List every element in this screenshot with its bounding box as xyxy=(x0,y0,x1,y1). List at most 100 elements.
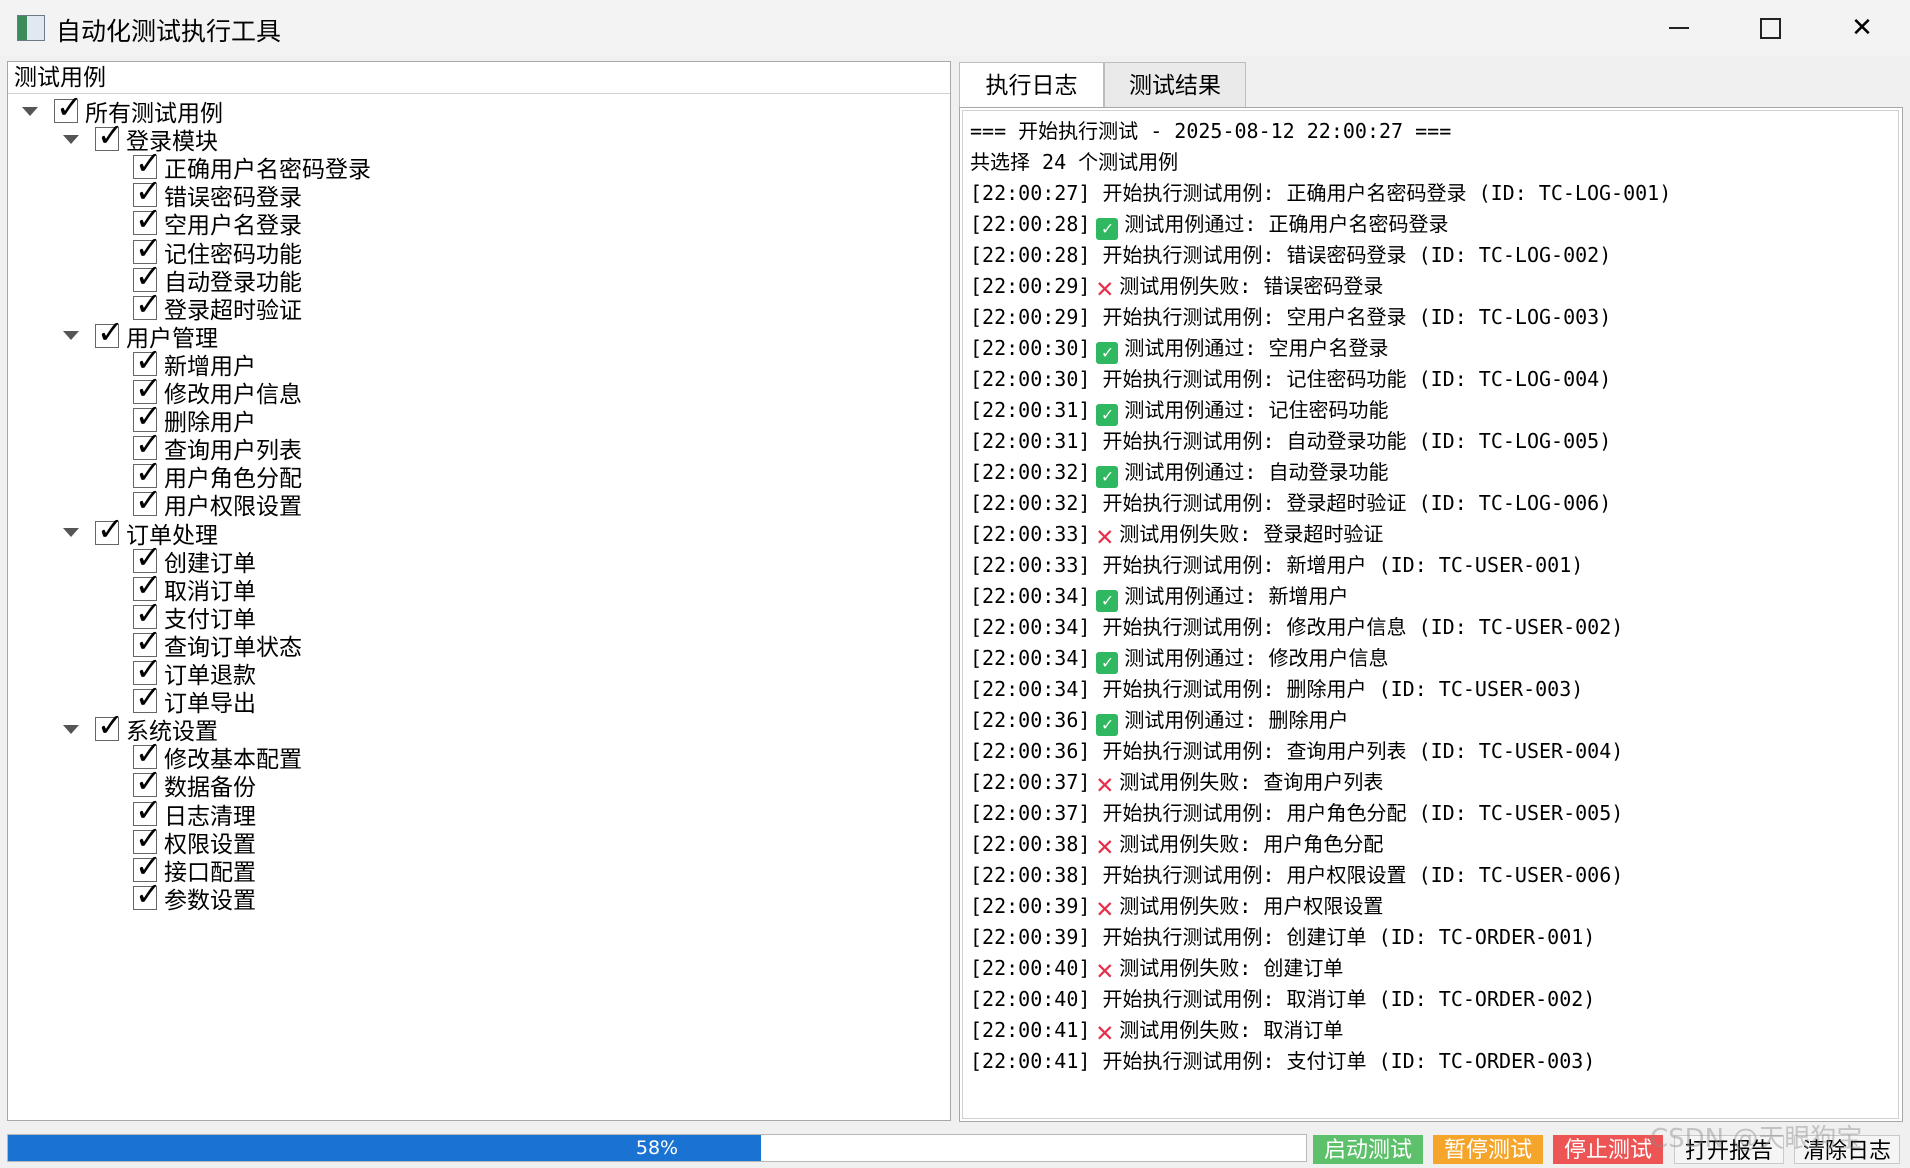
log-line: [22:00:41] ✕ 测试用例失败: 取消订单 xyxy=(970,1014,1344,1048)
log-timestamp: [22:00:33] xyxy=(970,522,1091,546)
bottom-bar: 58% 启动测试 暂停测试 停止测试 打开报告 清除日志 xyxy=(0,1126,1910,1168)
log-line: [22:00:30] ✓ 测试用例通过: 空用户名登录 xyxy=(970,332,1389,364)
tab-test-results[interactable]: 测试结果 xyxy=(1104,62,1246,108)
checkbox[interactable] xyxy=(133,878,162,910)
start-test-button[interactable]: 启动测试 xyxy=(1313,1135,1423,1164)
checkbox[interactable] xyxy=(133,681,162,714)
log-line: 共选择 24 个测试用例 xyxy=(970,150,1179,174)
log-timestamp: [22:00:36] xyxy=(970,708,1091,732)
log-message: 测试用例失败: 错误密码登录 xyxy=(1119,274,1384,298)
fail-cross-icon: ✕ xyxy=(1096,271,1114,304)
fail-cross-icon: ✕ xyxy=(1096,953,1114,986)
checkbox[interactable] xyxy=(95,316,124,348)
log-line: [22:00:34] ✓ 测试用例通过: 修改用户信息 xyxy=(970,642,1389,674)
log-message: 测试用例失败: 创建订单 xyxy=(1119,956,1344,980)
expand-arrow-icon[interactable] xyxy=(63,331,79,341)
log-line: [22:00:34] ✓ 测试用例通过: 新增用户 xyxy=(970,580,1349,612)
log-line: [22:00:28] ✓ 测试用例通过: 正确用户名密码登录 xyxy=(970,208,1449,240)
log-timestamp: [22:00:32] xyxy=(970,460,1091,484)
app-icon xyxy=(17,15,45,41)
pass-check-icon: ✓ xyxy=(1096,714,1119,736)
expand-arrow-icon[interactable] xyxy=(63,134,79,144)
fail-cross-icon: ✕ xyxy=(1096,1015,1114,1048)
log-timestamp: [22:00:37] xyxy=(970,770,1091,794)
pass-check-icon: ✓ xyxy=(1096,218,1119,240)
log-line: [22:00:38] 开始执行测试用例: 用户权限设置 (ID: TC-USER… xyxy=(970,863,1624,887)
log-line: [22:00:36] ✓ 测试用例通过: 删除用户 xyxy=(970,704,1349,736)
log-line: [22:00:37] ✕ 测试用例失败: 查询用户列表 xyxy=(970,766,1383,800)
log-line: [22:00:32] 开始执行测试用例: 登录超时验证 (ID: TC-LOG-… xyxy=(970,491,1612,515)
log-message: 测试用例通过: 记住密码功能 xyxy=(1124,398,1389,422)
checkbox[interactable] xyxy=(95,119,124,152)
expand-arrow-icon[interactable] xyxy=(22,106,38,116)
checkbox[interactable] xyxy=(133,288,162,320)
fail-cross-icon: ✕ xyxy=(1096,767,1114,800)
progress-bar: 58% xyxy=(7,1134,1307,1162)
log-line: [22:00:28] 开始执行测试用例: 错误密码登录 (ID: TC-LOG-… xyxy=(970,243,1612,267)
log-line: [22:00:38] ✕ 测试用例失败: 用户角色分配 xyxy=(970,828,1383,862)
tree-item[interactable]: 订单导出 xyxy=(133,681,256,717)
pass-check-icon: ✓ xyxy=(1096,652,1119,674)
expand-arrow-icon[interactable] xyxy=(63,724,79,734)
log-panel: === 开始执行测试 - 2025-08-12 22:00:27 === 共选择 … xyxy=(959,107,1903,1122)
log-line: [22:00:39] ✕ 测试用例失败: 用户权限设置 xyxy=(970,890,1384,924)
checkbox[interactable] xyxy=(95,513,124,545)
log-timestamp: [22:00:39] xyxy=(970,894,1091,918)
log-timestamp: [22:00:41] xyxy=(970,1018,1091,1042)
log-line: [22:00:33] ✕ 测试用例失败: 登录超时验证 xyxy=(970,518,1384,550)
checkbox[interactable] xyxy=(95,709,124,742)
pass-check-icon: ✓ xyxy=(1096,342,1119,364)
test-case-tree-panel: 测试用例 所有测试用例登录模块正确用户名密码登录错误密码登录空用户名登录记住密码… xyxy=(7,61,951,1121)
log-line: [22:00:33] 开始执行测试用例: 新增用户 (ID: TC-USER-0… xyxy=(970,553,1584,577)
fail-cross-icon: ✕ xyxy=(1096,829,1114,862)
stop-test-button[interactable]: 停止测试 xyxy=(1553,1135,1663,1164)
log-line: [22:00:40] 开始执行测试用例: 取消订单 (ID: TC-ORDER-… xyxy=(970,987,1596,1011)
checkbox[interactable] xyxy=(133,484,162,517)
window-title: 自动化测试执行工具 xyxy=(56,17,282,46)
log-message: 测试用例通过: 自动登录功能 xyxy=(1124,460,1389,484)
pass-check-icon: ✓ xyxy=(1096,404,1119,426)
log-line: [22:00:30] 开始执行测试用例: 记住密码功能 (ID: TC-LOG-… xyxy=(970,367,1612,391)
log-line: === 开始执行测试 - 2025-08-12 22:00:27 === xyxy=(970,119,1452,143)
checkbox[interactable] xyxy=(54,91,83,123)
log-timestamp: [22:00:31] xyxy=(970,398,1091,422)
log-timestamp: [22:00:29] xyxy=(970,274,1091,298)
close-button[interactable]: ✕ xyxy=(1816,0,1908,56)
pass-check-icon: ✓ xyxy=(1096,590,1119,612)
log-message: 测试用例通过: 删除用户 xyxy=(1124,708,1349,732)
minimize-button[interactable] xyxy=(1633,0,1725,56)
log-message: 测试用例通过: 正确用户名密码登录 xyxy=(1124,212,1449,236)
tab-execution-log[interactable]: 执行日志 xyxy=(959,62,1104,108)
log-line: [22:00:29] ✕ 测试用例失败: 错误密码登录 xyxy=(970,270,1384,304)
log-timestamp: [22:00:34] xyxy=(970,646,1091,670)
clear-log-button[interactable]: 清除日志 xyxy=(1794,1135,1900,1164)
log-line: [22:00:32] ✓ 测试用例通过: 自动登录功能 xyxy=(970,456,1389,488)
log-message: 测试用例失败: 取消订单 xyxy=(1119,1018,1344,1042)
log-message: 测试用例通过: 空用户名登录 xyxy=(1124,336,1389,360)
fail-cross-icon: ✕ xyxy=(1096,891,1114,924)
log-timestamp: [22:00:34] xyxy=(970,584,1091,608)
log-timestamp: [22:00:40] xyxy=(970,956,1091,980)
expand-arrow-icon[interactable] xyxy=(63,528,79,537)
tree-item[interactable]: 登录超时验证 xyxy=(133,288,302,324)
tree-item[interactable]: 用户权限设置 xyxy=(133,484,302,520)
log-line: [22:00:27] 开始执行测试用例: 正确用户名密码登录 (ID: TC-L… xyxy=(970,181,1672,205)
log-line: [22:00:31] ✓ 测试用例通过: 记住密码功能 xyxy=(970,394,1389,426)
log-line: [22:00:37] 开始执行测试用例: 用户角色分配 (ID: TC-USER… xyxy=(970,801,1624,825)
log-textarea[interactable]: === 开始执行测试 - 2025-08-12 22:00:27 === 共选择 … xyxy=(962,110,1899,1119)
log-message: 测试用例失败: 登录超时验证 xyxy=(1119,522,1384,546)
tree-header: 测试用例 xyxy=(8,62,950,94)
tree-item[interactable]: 参数设置 xyxy=(133,878,256,914)
tree-item[interactable]: 正确用户名密码登录 xyxy=(133,147,371,183)
open-report-button[interactable]: 打开报告 xyxy=(1674,1135,1784,1164)
log-line: [22:00:31] 开始执行测试用例: 自动登录功能 (ID: TC-LOG-… xyxy=(970,429,1612,453)
log-line: [22:00:40] ✕ 测试用例失败: 创建订单 xyxy=(970,952,1344,986)
log-message: 测试用例通过: 新增用户 xyxy=(1124,584,1349,608)
log-line: [22:00:41] 开始执行测试用例: 支付订单 (ID: TC-ORDER-… xyxy=(970,1049,1596,1073)
pass-check-icon: ✓ xyxy=(1096,466,1119,488)
log-timestamp: [22:00:28] xyxy=(970,212,1091,236)
pause-test-button[interactable]: 暂停测试 xyxy=(1433,1135,1543,1164)
log-message: 测试用例通过: 修改用户信息 xyxy=(1124,646,1389,670)
log-message: 测试用例失败: 用户权限设置 xyxy=(1119,894,1384,918)
maximize-button[interactable] xyxy=(1724,0,1816,56)
